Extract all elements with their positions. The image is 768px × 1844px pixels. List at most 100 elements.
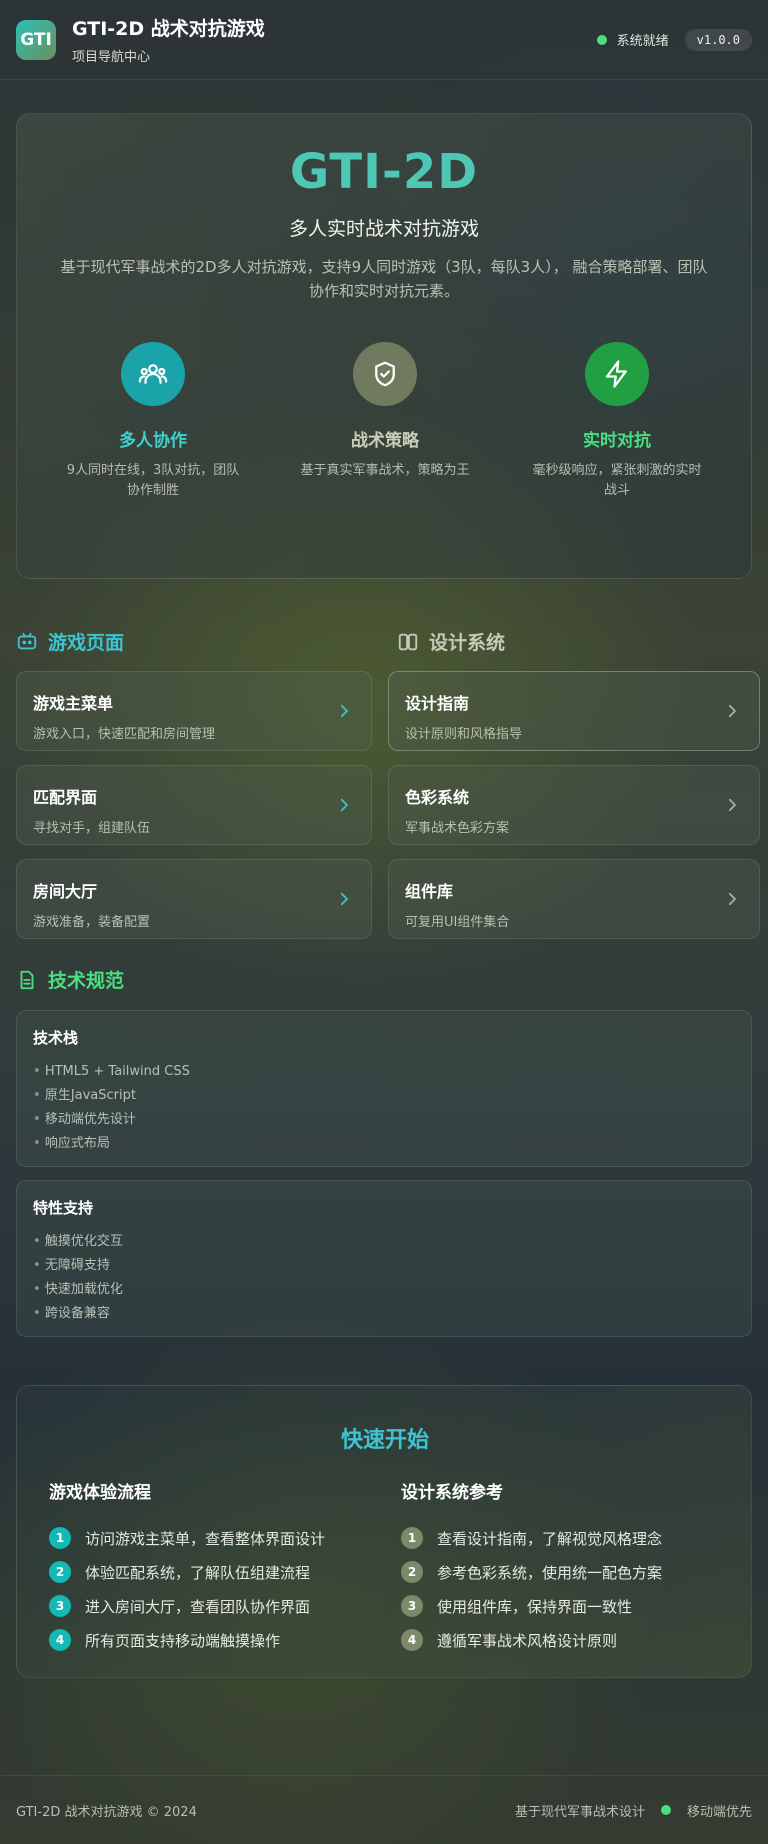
- feature-title: 战术策略: [351, 431, 419, 451]
- design-ref-column: 设计系统参考 1 查看设计指南，了解视觉风格理念 2 参考色彩系统，使用统一配色…: [401, 1478, 662, 1657]
- step-number: 1: [401, 1527, 423, 1549]
- users-icon: [121, 342, 185, 406]
- app-header: GTI GTI-2D 战术对抗游戏 项目导航中心 系统就绪 v1.0.0: [0, 0, 768, 80]
- step-text: 查看设计指南，了解视觉风格理念: [437, 1529, 663, 1548]
- hero-title: GTI-2D: [289, 144, 479, 200]
- step-text: 进入房间大厅，查看团队协作界面: [85, 1597, 311, 1616]
- feature-title: 实时对抗: [583, 431, 651, 451]
- spec-item: HTML5 + Tailwind CSS: [33, 1060, 735, 1084]
- chevron-right-icon: [340, 892, 348, 906]
- feature-desc: 毫秒级响应，紧张刺激的实时战斗: [532, 463, 702, 498]
- spec-item: 快速加载优化: [33, 1278, 735, 1302]
- lightning-icon: [585, 342, 649, 406]
- spec-item: 移动端优先设计: [33, 1108, 735, 1132]
- spec-item: 跨设备兼容: [33, 1302, 735, 1326]
- step-text: 使用组件库，保持界面一致性: [437, 1597, 633, 1616]
- version-badge: v1.0.0: [684, 28, 752, 51]
- footer-tagline: 基于现代军事战术设计: [514, 1804, 645, 1820]
- spec-item: 无障碍支持: [33, 1254, 735, 1278]
- step-text: 所有页面支持移动端触摸操作: [85, 1631, 281, 1650]
- card-title: 游戏主菜单: [33, 694, 114, 713]
- spec-title: 特性支持: [33, 1199, 94, 1217]
- feature-support-panel: 特性支持 触摸优化交互 无障碍支持 快速加载优化 跨设备兼容: [16, 1180, 752, 1337]
- header-status: 系统就绪 v1.0.0: [596, 28, 752, 51]
- column-title: 设计系统参考: [401, 1483, 503, 1503]
- card-desc: 游戏入口，快速匹配和房间管理: [33, 727, 216, 742]
- step-number: 3: [49, 1595, 71, 1617]
- footer: GTI-2D 战术对抗游戏 © 2024 基于现代军事战术设计 移动端优先: [0, 1775, 768, 1844]
- tech-stack-panel: 技术栈 HTML5 + Tailwind CSS 原生JavaScript 移动…: [16, 1010, 752, 1167]
- card-title: 色彩系统: [405, 788, 470, 807]
- status-text: 系统就绪: [616, 34, 669, 49]
- quick-start-title: 快速开始: [340, 1428, 429, 1453]
- step-number: 2: [49, 1561, 71, 1583]
- header-titles: GTI-2D 战术对抗游戏 项目导航中心: [72, 14, 265, 65]
- step-number: 1: [49, 1527, 71, 1549]
- step-number: 2: [401, 1561, 423, 1583]
- step-item: 2 体验匹配系统，了解队伍组建流程: [49, 1555, 325, 1589]
- step-item: 1 查看设计指南，了解视觉风格理念: [401, 1521, 662, 1555]
- footer-copyright: GTI-2D 战术对抗游戏 © 2024: [16, 1804, 197, 1820]
- card-title: 设计指南: [405, 694, 470, 713]
- nav-card-room-lobby[interactable]: 房间大厅 游戏准备，装备配置: [16, 859, 372, 939]
- game-flow-column: 游戏体验流程 1 访问游戏主菜单，查看整体界面设计 2 体验匹配系统，了解队伍组…: [49, 1478, 325, 1657]
- app-title: GTI-2D 战术对抗游戏: [72, 18, 265, 40]
- card-title: 房间大厅: [33, 882, 98, 901]
- step-text: 参考色彩系统，使用统一配色方案: [437, 1563, 663, 1582]
- step-text: 遵循军事战术风格设计原则: [437, 1631, 618, 1650]
- step-item: 4 遵循军事战术风格设计原则: [401, 1623, 662, 1657]
- feature-realtime: 实时对抗 毫秒级响应，紧张刺激的实时战斗: [501, 342, 733, 501]
- section-title: 游戏页面: [48, 632, 125, 654]
- card-desc: 设计原则和风格指导: [405, 727, 523, 742]
- card-title: 匹配界面: [33, 788, 98, 807]
- column-title: 游戏体验流程: [49, 1483, 151, 1503]
- card-desc: 军事战术色彩方案: [405, 821, 510, 836]
- shield-check-icon: [353, 342, 417, 406]
- feature-list: 多人协作 9人同时在线，3队对抗，团队协作制胜 战术策略 基于真实军事战术，策略…: [17, 342, 753, 501]
- nav-card-main-menu[interactable]: 游戏主菜单 游戏入口，快速匹配和房间管理: [16, 671, 372, 751]
- step-item: 1 访问游戏主菜单，查看整体界面设计: [49, 1521, 325, 1555]
- step-number: 4: [49, 1629, 71, 1651]
- chevron-right-icon: [728, 798, 736, 812]
- status-dot-icon: [596, 34, 607, 45]
- feature-strategy: 战术策略 基于真实军事战术，策略为王: [269, 342, 501, 501]
- chevron-right-icon: [340, 704, 348, 718]
- spec-item: 原生JavaScript: [33, 1084, 735, 1108]
- nav-card-design-guide[interactable]: 设计指南 设计原则和风格指导: [388, 671, 760, 751]
- hero-subtitle: 多人实时战术对抗游戏: [288, 218, 479, 240]
- spec-item: 触摸优化交互: [33, 1230, 735, 1254]
- spec-title: 技术栈: [33, 1029, 79, 1047]
- chevron-right-icon: [340, 798, 348, 812]
- app-subtitle: 项目导航中心: [72, 50, 151, 65]
- spec-item: 响应式布局: [33, 1132, 735, 1156]
- card-desc: 可复用UI组件集合: [405, 915, 510, 930]
- feature-desc: 基于真实军事战术，策略为王: [300, 463, 470, 478]
- step-item: 3 使用组件库，保持界面一致性: [401, 1589, 662, 1623]
- step-item: 3 进入房间大厅，查看团队协作界面: [49, 1589, 325, 1623]
- nav-card-color-system[interactable]: 色彩系统 军事战术色彩方案: [388, 765, 760, 845]
- step-number: 3: [401, 1595, 423, 1617]
- feature-desc: 9人同时在线，3队对抗，团队协作制胜: [66, 463, 240, 498]
- section-title: 技术规范: [48, 970, 125, 992]
- quick-start-panel: 快速开始 游戏体验流程 1 访问游戏主菜单，查看整体界面设计 2 体验匹配系统，…: [16, 1385, 752, 1678]
- hero-panel: GTI-2D 多人实时战术对抗游戏 基于现代军事战术的2D多人对抗游戏，支持9人…: [16, 113, 752, 579]
- hero-description: 基于现代军事战术的2D多人对抗游戏，支持9人同时游戏（3队，每队3人）， 融合策…: [60, 258, 708, 300]
- gamepad-icon: [17, 632, 37, 649]
- section-title: 设计系统: [429, 632, 506, 654]
- document-icon: [20, 970, 34, 989]
- card-title: 组件库: [405, 882, 454, 901]
- card-desc: 寻找对手，组建队伍: [33, 821, 151, 836]
- nav-card-matchmaking[interactable]: 匹配界面 寻找对手，组建队伍: [16, 765, 372, 845]
- columns-icon: [398, 633, 418, 650]
- step-number: 4: [401, 1629, 423, 1651]
- logo[interactable]: GTI: [16, 19, 56, 60]
- section-game-pages: 游戏页面: [16, 628, 124, 655]
- step-text: 访问游戏主菜单，查看整体界面设计: [85, 1529, 326, 1548]
- feature-title: 多人协作: [119, 431, 187, 451]
- status-dot-icon: [660, 1805, 671, 1815]
- section-design-system: 设计系统: [397, 628, 505, 655]
- chevron-right-icon: [728, 892, 736, 906]
- footer-mobile-first: 移动端优先: [686, 1804, 752, 1820]
- nav-card-component-library[interactable]: 组件库 可复用UI组件集合: [388, 859, 760, 939]
- feature-multiplayer: 多人协作 9人同时在线，3队对抗，团队协作制胜: [37, 342, 269, 501]
